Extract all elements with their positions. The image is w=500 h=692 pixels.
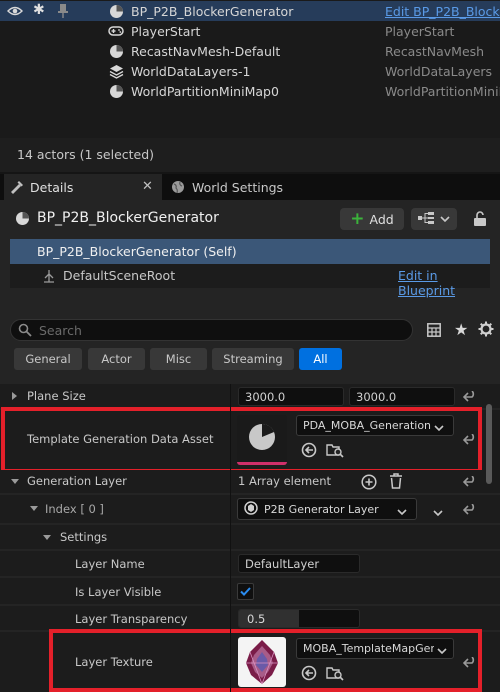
reset-arrow-icon[interactable] [462,474,478,490]
collapse-arrow-icon[interactable] [30,506,38,511]
blueprint-class-icon [244,500,258,518]
layer-transparency-value: 0.5 [247,612,266,626]
blueprint-actor-icon [108,3,124,19]
outliner-row[interactable]: WorldPartitionMiniMap0 WorldPartitionMin… [0,81,500,101]
generation-layer-label: Generation Layer [27,474,127,488]
actor-count-text: 14 actors (1 selected) [17,147,155,162]
outliner-name: BP_P2B_BlockerGenerator [131,3,294,19]
outliner-row[interactable]: RecastNavMesh-Default RecastNavMesh [0,41,500,61]
favorites-star-icon[interactable]: ★ [454,320,468,339]
outliner-type: PlayerStart [385,23,455,39]
layers-icon [108,63,124,79]
outliner-name: WorldPartitionMiniMap0 [131,83,279,99]
outliner-type: WorldDataLayers [385,63,493,79]
array-count-text: 1 Array element [238,474,332,488]
outliner-name: PlayerStart [131,23,201,39]
plane-size-x-field[interactable]: 3000.0 [238,387,344,406]
close-tab-icon[interactable]: ✕ [142,179,153,194]
player-start-icon [108,23,124,39]
filter-general[interactable]: General [14,348,82,370]
layer-visible-label: Is Layer Visible [75,585,162,599]
tab-world-settings[interactable]: World Settings [166,174,296,200]
outliner-name: RecastNavMesh-Default [131,43,281,59]
plane-size-label: Plane Size [27,389,86,403]
outliner-row[interactable]: WorldDataLayers-1 WorldDataLayers [0,61,500,81]
delete-trash-icon[interactable] [389,473,403,492]
component-label: BP_P2B_BlockerGenerator (Self) [37,244,237,259]
column-divider [230,384,231,692]
hierarchy-icon [418,211,434,227]
component-label: DefaultSceneRoot [63,268,176,283]
star-icon[interactable]: ✱ [33,2,45,18]
outliner-row[interactable]: PlayerStart PlayerStart [0,21,500,41]
layer-transparency-label: Layer Transparency [75,612,188,626]
layer-name-label: Layer Name [75,557,145,571]
expand-arrow-icon[interactable] [12,392,17,400]
table-view-icon[interactable] [427,323,441,340]
plane-size-y-field[interactable]: 3000.0 [349,387,455,406]
chevron-down-icon [397,506,407,519]
highlight-box [49,629,482,692]
add-button-label: Add [369,211,394,227]
index-label: Index [ 0 ] [45,502,104,516]
layer-class-value: P2B Generator Layer [264,502,379,516]
add-element-icon[interactable] [361,474,377,493]
actor-sphere-icon [108,43,124,59]
outliner-type: WorldPartitionMiniMa [385,83,500,99]
blueprint-actor-icon [15,211,30,229]
filter-all[interactable]: All [299,348,342,370]
layer-class-dropdown[interactable]: P2B Generator Layer [237,498,417,520]
lock-icon[interactable] [473,211,487,230]
blueprint-options-button[interactable] [411,208,457,230]
details-icon [10,180,24,197]
edit-blueprint-link[interactable]: Edit BP_P2B_Blocker [385,4,500,19]
actor-name-title: BP_P2B_BlockerGenerator [37,210,219,226]
element-options-chevron-icon[interactable] [433,506,443,520]
component-row-root[interactable]: DefaultSceneRoot Edit in Blueprint [10,264,490,298]
settings-label: Settings [60,530,108,544]
details-scrollbar[interactable] [486,404,492,484]
world-outliner: ✱ BP_P2B_BlockerGenerator Edit BP_P2B_Bl… [0,0,500,138]
checkmark-icon [240,587,251,596]
outliner-name: WorldDataLayers-1 [131,63,251,79]
layer-name-input[interactable]: DefaultLayer [238,554,360,573]
reset-arrow-icon[interactable] [462,502,478,518]
tab-details[interactable]: Details ✕ [4,174,162,200]
collapse-arrow-icon[interactable] [43,535,51,540]
add-component-button[interactable]: + Add [340,208,404,230]
search-icon [18,323,32,340]
tab-details-label: Details [30,180,74,195]
filter-actor[interactable]: Actor [88,348,145,370]
edit-in-blueprint-link[interactable]: Edit in Blueprint [398,268,490,298]
layer-visible-checkbox[interactable] [237,583,254,600]
search-input[interactable]: Search [10,319,413,341]
tab-world-settings-label: World Settings [192,180,284,195]
settings-gear-icon[interactable] [478,321,494,340]
filter-streaming[interactable]: Streaming [212,348,294,370]
pin-icon[interactable] [57,3,69,22]
reset-arrow-icon[interactable] [462,389,478,405]
plus-icon: + [350,208,365,229]
outliner-type: RecastNavMesh [385,43,485,59]
highlight-box [1,407,482,473]
actor-sphere-icon [108,83,124,99]
outliner-status-bar: 14 actors (1 selected) [0,138,500,172]
property-row-settings: Settings [0,525,500,549]
panel-tabs: Details ✕ World Settings [0,174,500,200]
outliner-row[interactable]: ✱ BP_P2B_BlockerGenerator Edit BP_P2B_Bl… [0,1,500,21]
layer-transparency-slider[interactable]: 0.5 [238,609,360,628]
collapse-arrow-icon[interactable] [11,479,19,484]
component-row-self[interactable]: BP_P2B_BlockerGenerator (Self) [10,239,490,264]
property-row-generation-layer: Generation Layer 1 Array element [0,470,500,493]
visibility-eye-icon[interactable] [7,4,23,21]
filter-misc[interactable]: Misc [150,348,207,370]
chevron-down-icon [440,212,450,226]
globe-icon [171,180,185,197]
search-placeholder: Search [39,323,82,338]
scene-root-icon [42,269,56,286]
